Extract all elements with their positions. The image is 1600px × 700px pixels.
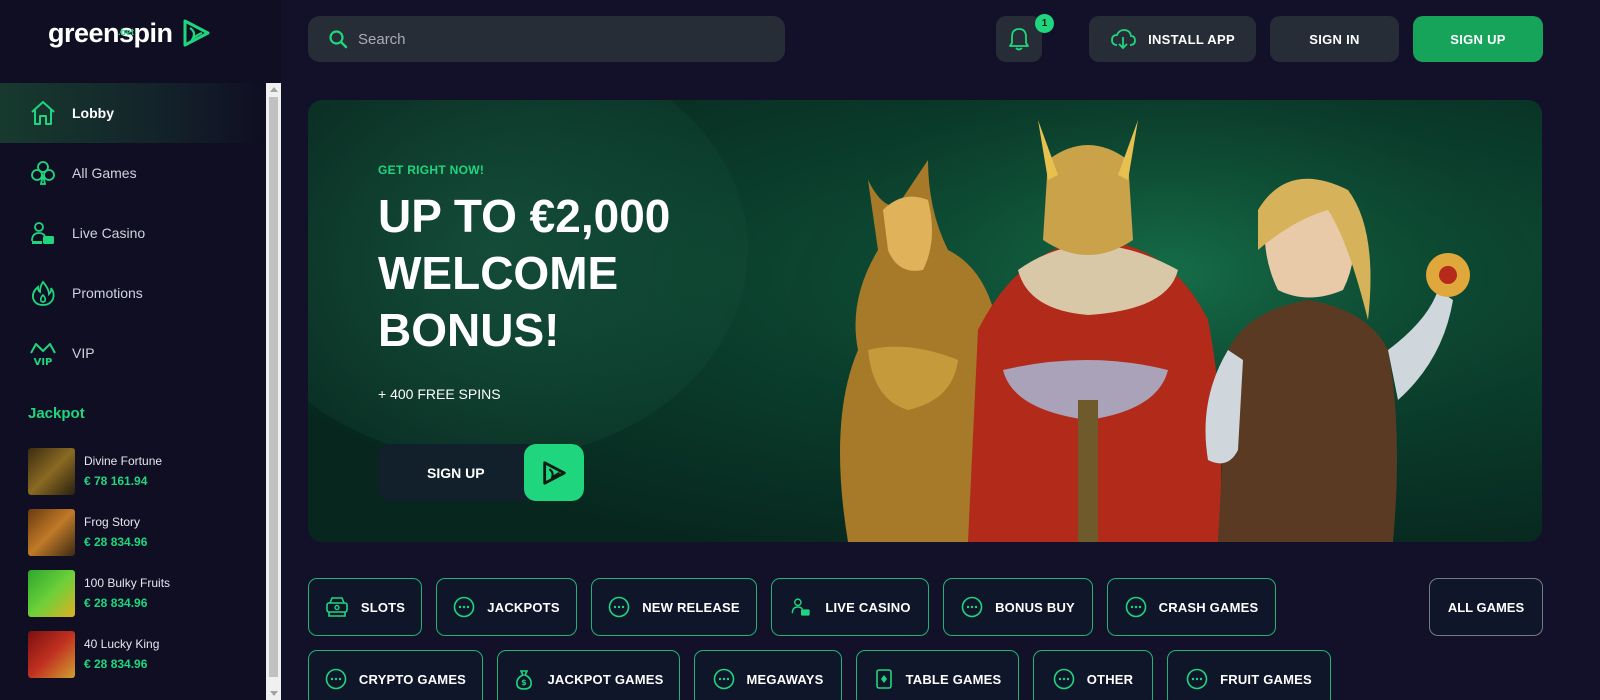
banner-title: UP TO €2,000 WELCOME BONUS!: [378, 190, 671, 356]
category-new-release[interactable]: NEW RELEASE: [591, 578, 757, 636]
install-app-button[interactable]: INSTALL APP: [1089, 16, 1256, 62]
jackpot-game-name: Divine Fortune: [84, 454, 163, 468]
category-table-games[interactable]: TABLE GAMES: [856, 650, 1019, 700]
sidebar-item-promotions[interactable]: Promotions: [0, 263, 266, 323]
logo-mark-icon: [183, 19, 210, 47]
banner-subtitle: + 400 FREE SPINS: [378, 386, 501, 402]
category-label: NEW RELEASE: [642, 599, 740, 615]
jackpot-game-name: Frog Story: [84, 515, 141, 529]
category-other[interactable]: OTHER: [1033, 650, 1153, 700]
category-label: CRASH GAMES: [1158, 599, 1259, 615]
install-app-label: INSTALL APP: [1148, 31, 1235, 47]
category-label: JACKPOTS: [487, 599, 560, 615]
category-label: FRUIT GAMES: [1220, 671, 1312, 687]
category-jackpot-games[interactable]: $ JACKPOT GAMES: [497, 650, 680, 700]
search-input[interactable]: [358, 30, 758, 48]
sign-in-button[interactable]: SIGN IN: [1270, 16, 1399, 62]
more-dots-icon: [1053, 668, 1075, 690]
svg-text:VIP: VIP: [34, 357, 53, 367]
category-megaways[interactable]: MEGAWAYS: [694, 650, 842, 700]
category-label: OTHER: [1086, 671, 1134, 687]
all-games-button[interactable]: ALL GAMES: [1429, 578, 1543, 636]
sidebar-item-label: All Games: [72, 165, 137, 181]
live-dealer-icon: [789, 596, 813, 618]
sidebar-item-vip[interactable]: VIP VIP: [0, 323, 266, 383]
money-bag-icon: $: [513, 668, 535, 690]
more-dots-icon: [1125, 596, 1147, 618]
sidebar-item-label: Lobby: [72, 105, 114, 121]
jackpot-game-name: 100 Bulky Fruits: [84, 576, 171, 590]
game-thumbnail: [28, 631, 75, 678]
scrollbar-thumb[interactable]: [269, 97, 278, 677]
jackpot-list: Divine Fortune € 78 161.94 Frog Story € 28…: [28, 448, 258, 692]
home-icon: [28, 98, 58, 128]
game-thumbnail: [28, 448, 75, 495]
banner-cta-label: SIGN UP: [427, 465, 485, 481]
jackpot-heading: Jackpot: [28, 405, 85, 422]
jackpot-item[interactable]: Frog Story € 28 834.96: [28, 509, 258, 570]
sidebar-item-lobby[interactable]: Lobby: [0, 83, 266, 143]
category-jackpots[interactable]: JACKPOTS: [436, 578, 577, 636]
brand-tld: .bet: [118, 27, 135, 37]
fire-icon: [28, 278, 58, 308]
crown-icon: VIP: [28, 338, 58, 368]
jackpot-amount: € 28 834.96: [84, 535, 148, 549]
category-crypto-games[interactable]: CRYPTO GAMES: [308, 650, 483, 700]
jackpot-item[interactable]: 100 Bulky Fruits € 28 834.96: [28, 570, 258, 631]
notification-count-badge: 1: [1035, 14, 1054, 33]
sidebar-item-label: Promotions: [72, 285, 143, 301]
svg-text:$: $: [522, 678, 528, 687]
sign-up-button[interactable]: SIGN UP: [1413, 16, 1543, 62]
category-label: LIVE CASINO: [825, 599, 911, 615]
scroll-up-arrow-icon[interactable]: [270, 87, 278, 92]
sidebar-item-live-casino[interactable]: Live Casino: [0, 203, 266, 263]
sidebar-scrollbar[interactable]: [266, 83, 281, 700]
category-label: SLOTS: [360, 599, 406, 615]
sidebar-item-all-games[interactable]: All Games: [0, 143, 266, 203]
category-live-casino[interactable]: LIVE CASINO: [771, 578, 929, 636]
category-slots[interactable]: SLOTS: [308, 578, 422, 636]
sidebar-nav: Lobby All Games Live Casino Promotions V…: [0, 83, 266, 383]
game-thumbnail: [28, 570, 75, 617]
more-dots-icon: [713, 668, 735, 690]
more-dots-icon: [608, 596, 630, 618]
jackpot-item[interactable]: Divine Fortune € 78 161.94: [28, 448, 258, 509]
sidebar-item-label: Live Casino: [72, 225, 146, 241]
jackpot-amount: € 78 161.94: [84, 474, 148, 488]
banner-kicker: GET RIGHT NOW!: [378, 163, 485, 177]
more-dots-icon: [1186, 668, 1208, 690]
category-label: CRYPTO GAMES: [358, 671, 467, 687]
play-logo-icon: [524, 444, 584, 501]
brand-name: greenspin: [48, 17, 173, 48]
category-label: TABLE GAMES: [905, 671, 1002, 687]
jackpot-amount: € 28 834.96: [84, 657, 148, 671]
jackpot-item[interactable]: 40 Lucky King € 28 834.96: [28, 631, 258, 692]
search-bar[interactable]: [308, 16, 785, 62]
jackpot-amount: € 28 834.96: [84, 596, 148, 610]
category-label: JACKPOT GAMES: [547, 671, 664, 687]
category-fruit-games[interactable]: FRUIT GAMES: [1167, 650, 1331, 700]
promo-banner[interactable]: GET RIGHT NOW! UP TO €2,000 WELCOME BONU…: [308, 100, 1542, 542]
sidebar-item-label: VIP: [72, 345, 95, 361]
slot-machine-icon: [325, 596, 349, 618]
more-dots-icon: [453, 596, 475, 618]
bell-icon: [1009, 28, 1029, 51]
game-thumbnail: [28, 509, 75, 556]
category-label: MEGAWAYS: [746, 671, 824, 687]
sidebar: greenspin .bet Lobby All Games Live Casi…: [0, 0, 281, 700]
search-icon: [329, 30, 348, 49]
cloud-download-icon: [1110, 28, 1136, 50]
category-bonus-buy[interactable]: BONUS BUY: [943, 578, 1093, 636]
live-dealer-icon: [28, 218, 58, 248]
jackpot-game-name: 40 Lucky King: [84, 637, 160, 651]
playing-card-icon: [874, 668, 894, 690]
more-dots-icon: [961, 596, 983, 618]
club-icon: [28, 158, 58, 188]
more-dots-icon: [325, 668, 347, 690]
banner-characters-illustration: [788, 100, 1542, 542]
category-label: BONUS BUY: [995, 599, 1075, 615]
scroll-down-arrow-icon[interactable]: [270, 691, 278, 696]
category-crash-games[interactable]: CRASH GAMES: [1107, 578, 1276, 636]
banner-sign-up-button[interactable]: SIGN UP: [378, 444, 584, 501]
